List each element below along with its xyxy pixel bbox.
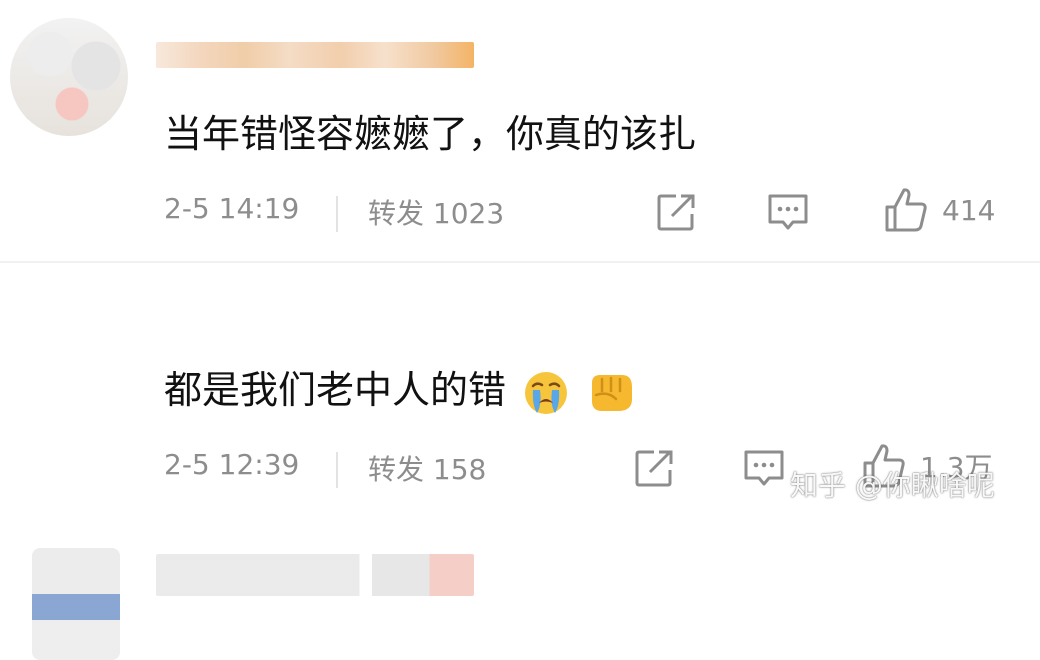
comment-button[interactable] (742, 448, 786, 490)
comment-item: 当年错怪容嬷嬷了，你真的该扎 2-5 14:19 转发 1023 414 (0, 0, 1040, 262)
avatar[interactable] (32, 548, 120, 660)
share-button[interactable] (634, 448, 676, 488)
username-blurred[interactable] (156, 42, 474, 68)
repost-count[interactable]: 转发 158 (368, 448, 486, 488)
comment-time: 2-5 14:19 (164, 192, 300, 225)
thumbs-up-icon (885, 188, 927, 232)
comment-text: 当年错怪容嬷嬷了，你真的该扎 (164, 112, 697, 156)
meta-divider (336, 452, 338, 488)
share-icon (635, 450, 673, 487)
comment-button[interactable] (766, 192, 810, 234)
repost-count[interactable]: 转发 1023 (368, 192, 504, 232)
meta-divider (336, 196, 338, 232)
fist-icon (586, 369, 634, 417)
comment-text-body: 都是我们老中人的错 (164, 368, 507, 412)
comment-icon (744, 450, 784, 486)
share-icon (657, 194, 695, 231)
zhihu-watermark: 知乎 @你瞅啥呢 (790, 469, 995, 502)
like-count: 414 (942, 193, 996, 227)
share-button[interactable] (656, 192, 698, 232)
comment-icon (768, 194, 808, 230)
comment-time: 2-5 12:39 (164, 448, 300, 481)
like-button[interactable]: 414 (884, 186, 995, 234)
comment-meta: 2-5 14:19 转发 1023 (164, 192, 544, 236)
comment-text: 都是我们老中人的错 (164, 368, 634, 417)
comment-meta: 2-5 12:39 转发 158 (164, 448, 544, 492)
username-blurred[interactable] (156, 554, 474, 596)
crying-face-icon (522, 369, 570, 417)
avatar[interactable] (10, 18, 128, 136)
